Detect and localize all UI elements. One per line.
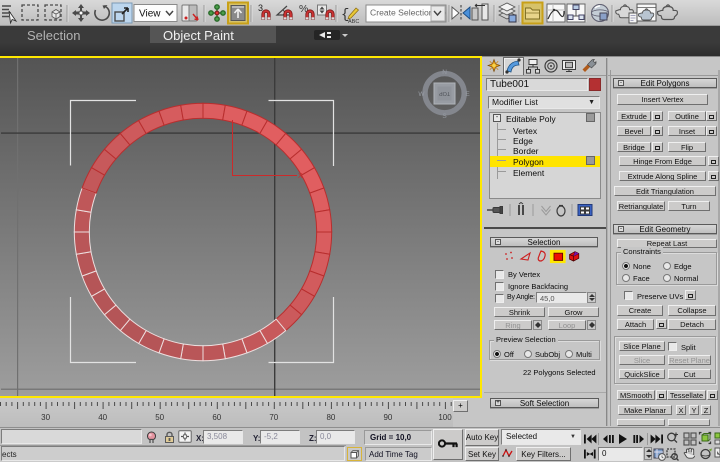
svg-text:70: 70	[269, 413, 278, 422]
svg-text:60: 60	[212, 413, 221, 422]
svg-text:W: W	[418, 91, 425, 98]
svg-text:80: 80	[326, 413, 335, 422]
svg-text:40: 40	[98, 413, 107, 422]
svg-text:100: 100	[438, 413, 452, 422]
svg-text:X: X	[298, 173, 303, 180]
svg-text:E: E	[465, 91, 470, 98]
svg-text:90: 90	[383, 413, 392, 422]
svg-text:30: 30	[41, 413, 50, 422]
svg-text:50: 50	[155, 413, 164, 422]
svg-text:TOP: TOP	[439, 90, 451, 96]
svg-text:S: S	[442, 113, 447, 120]
svg-text:ABC: ABC	[348, 19, 359, 25]
svg-text:N: N	[442, 69, 447, 76]
svg-text:View: View	[139, 9, 161, 20]
